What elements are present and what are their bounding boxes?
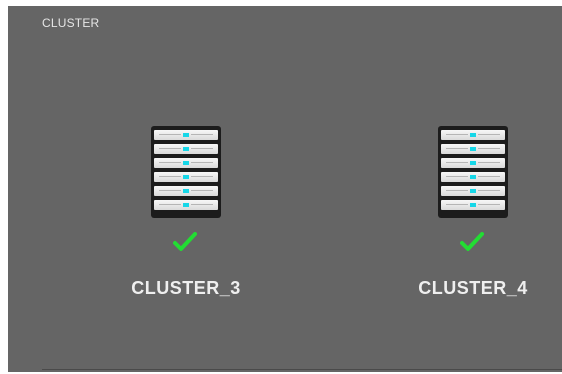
cluster-label[interactable]: CLUSTER_3 bbox=[101, 278, 271, 299]
cluster-label[interactable]: CLUSTER_4 bbox=[388, 278, 558, 299]
cluster-node-4[interactable]: CLUSTER_4 bbox=[388, 126, 558, 316]
green-check-icon bbox=[173, 232, 197, 251]
cluster-node-3[interactable]: CLUSTER_3 bbox=[101, 126, 271, 316]
server-rack-icon[interactable] bbox=[151, 126, 221, 218]
cluster-panel: CLUSTER CLUSTER_3 CLUSTER_4 bbox=[8, 6, 562, 372]
divider bbox=[42, 369, 562, 370]
green-check-icon bbox=[460, 232, 484, 251]
panel-title: CLUSTER bbox=[42, 16, 100, 30]
window: CLUSTER CLUSTER_3 CLUSTER_4 bbox=[0, 0, 562, 374]
server-rack-icon[interactable] bbox=[438, 126, 508, 218]
